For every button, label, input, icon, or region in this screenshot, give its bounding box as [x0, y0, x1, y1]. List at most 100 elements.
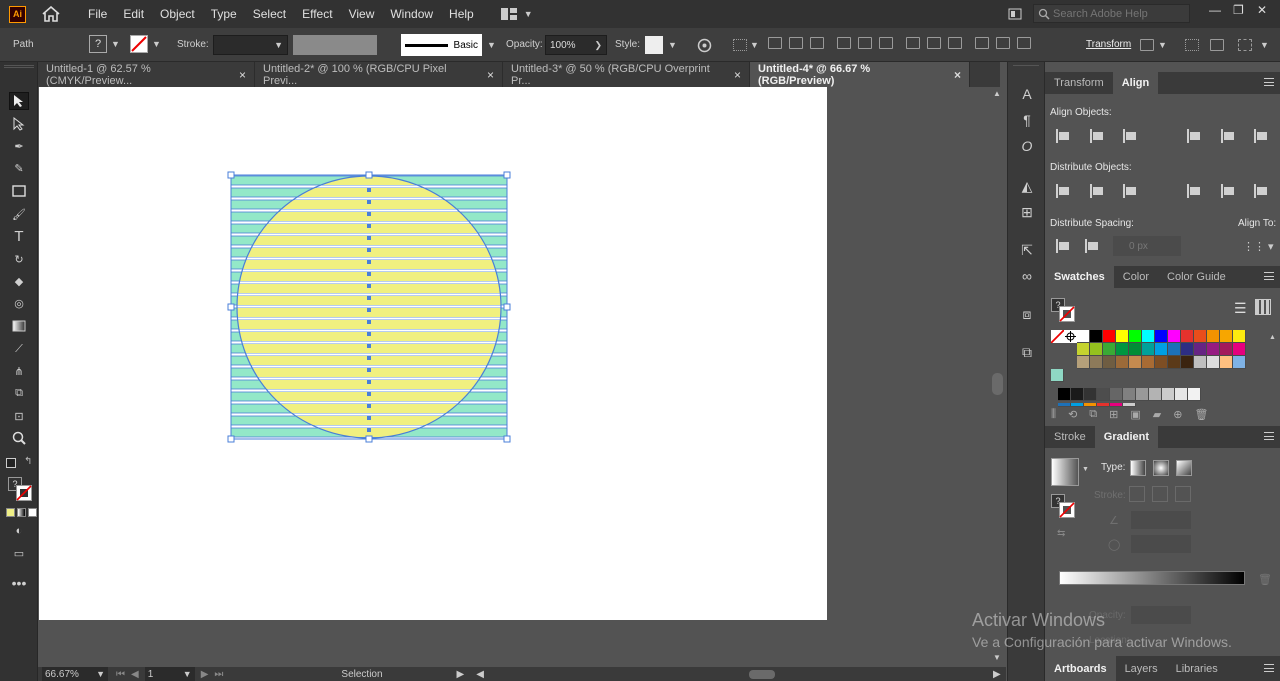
anchor-point[interactable] — [367, 392, 371, 396]
vertical-align-bottom-icon[interactable] — [1254, 129, 1270, 143]
swatch[interactable] — [1155, 356, 1168, 369]
fill-control[interactable]: ? ▼ — [89, 35, 120, 53]
swatch[interactable] — [1129, 356, 1142, 369]
swatch[interactable] — [1123, 388, 1136, 401]
swatch[interactable] — [1220, 356, 1233, 369]
menu-type[interactable]: Type — [203, 0, 245, 28]
swatch[interactable] — [1097, 388, 1110, 401]
previous-artboard-icon[interactable]: ◀ — [131, 669, 139, 680]
swatch[interactable] — [1077, 343, 1090, 356]
swatch[interactable] — [1155, 330, 1168, 343]
gradient-slider[interactable] — [1059, 571, 1245, 585]
blend-tool-icon[interactable]: ⋔ — [9, 362, 29, 380]
chevron-down-icon[interactable]: ▼ — [1158, 40, 1167, 50]
swatch[interactable] — [1136, 388, 1149, 401]
isolate-icon[interactable] — [1185, 39, 1199, 51]
swatch[interactable] — [1129, 330, 1142, 343]
anchor-point[interactable] — [367, 272, 371, 276]
anchor-point[interactable] — [367, 380, 371, 384]
variable-width-profile[interactable] — [293, 35, 377, 55]
artboard-number-field[interactable]: 1 ▼ — [144, 667, 195, 681]
horizontal-align-right-icon[interactable] — [1123, 129, 1139, 143]
swatch[interactable] — [1155, 343, 1168, 356]
toolbar-grip[interactable] — [4, 65, 34, 68]
reverse-gradient-icon[interactable]: ⇆ — [1057, 528, 1065, 539]
tab-align[interactable]: Align — [1112, 72, 1159, 94]
artboards-panel-icon[interactable]: ⧉ — [1019, 344, 1035, 360]
tab-untitled-2[interactable]: Untitled-2* @ 100 % (RGB/CPU Pixel Previ… — [255, 62, 503, 87]
swatch[interactable] — [1116, 356, 1129, 369]
swatch[interactable] — [1194, 343, 1207, 356]
bounding-box-handle[interactable] — [503, 171, 511, 179]
distribute-bottom-icon[interactable] — [948, 37, 962, 49]
place-swatches-icon[interactable]: ⟲ — [1068, 408, 1077, 421]
panel-menu-icon[interactable] — [1264, 432, 1274, 440]
home-icon[interactable] — [42, 6, 60, 22]
horizontal-distribute-center-icon[interactable] — [1221, 184, 1237, 198]
scroll-thumb[interactable] — [992, 373, 1003, 395]
tab-transform[interactable]: Transform — [1045, 72, 1113, 94]
swatch[interactable] — [1188, 388, 1201, 401]
anchor-point[interactable] — [367, 260, 371, 264]
rotate-tool-icon[interactable]: ↻ — [9, 250, 29, 268]
artboard-tool-icon[interactable]: ⊡ — [9, 407, 29, 425]
chevron-down-icon[interactable]: ▼ — [487, 40, 496, 50]
swatch[interactable] — [1097, 403, 1110, 407]
brush-definition-field[interactable]: Basic — [401, 34, 482, 56]
opentype-panel-icon[interactable]: O — [1019, 138, 1035, 154]
swatch[interactable] — [1194, 356, 1207, 369]
anchor-point[interactable] — [367, 404, 371, 408]
swatch[interactable] — [1233, 330, 1246, 343]
anchor-point[interactable] — [367, 332, 371, 336]
paragraph-panel-icon[interactable]: ¶ — [1019, 112, 1035, 128]
swatch[interactable] — [1149, 388, 1162, 401]
paintbrush-tool-icon[interactable]: 🖌 — [9, 205, 29, 223]
horizontal-align-left-icon[interactable] — [1056, 129, 1072, 143]
swatch[interactable] — [1103, 343, 1116, 356]
swatch[interactable] — [1077, 330, 1090, 343]
graphic-style-swatch[interactable] — [645, 36, 663, 54]
bounding-box-handle[interactable] — [227, 171, 235, 179]
vertical-distribute-space-icon[interactable] — [1056, 239, 1072, 253]
swatch[interactable] — [1090, 330, 1103, 343]
swatch[interactable] — [1207, 343, 1220, 356]
vertical-distribute-bottom-icon[interactable] — [1123, 184, 1139, 198]
curvature-tool-icon[interactable]: ✎ — [9, 159, 29, 177]
workspace-switcher[interactable]: ▼ — [500, 7, 533, 21]
gradient-preview-swatch[interactable] — [1051, 458, 1079, 486]
anchor-point[interactable] — [367, 200, 371, 204]
list-view-icon[interactable]: ☰ — [1234, 300, 1247, 317]
close-tab-icon[interactable]: × — [239, 68, 246, 82]
tab-layers[interactable]: Layers — [1116, 656, 1167, 681]
chevron-down-icon[interactable]: ▼ — [668, 40, 677, 50]
character-panel-icon[interactable]: A — [1019, 86, 1035, 102]
anchor-point[interactable] — [367, 356, 371, 360]
selection-tool-icon[interactable] — [9, 92, 29, 110]
draw-mode-icon[interactable]: ◐ — [9, 522, 29, 540]
vertical-align-top-icon[interactable] — [837, 37, 851, 49]
scroll-right-icon[interactable]: ▶ — [993, 669, 1001, 680]
chevron-down-icon[interactable]: ▼ — [750, 40, 759, 50]
menu-options-icon[interactable] — [1210, 39, 1224, 51]
swatch[interactable] — [1071, 388, 1084, 401]
swatch[interactable] — [1058, 403, 1071, 407]
graphic-styles-icon[interactable]: ⊞ — [1019, 204, 1035, 220]
vertical-scrollbar[interactable]: ▲ ▼ — [990, 87, 1006, 667]
flip-icon[interactable] — [1140, 39, 1154, 51]
gradient-tool-icon[interactable] — [9, 317, 29, 335]
stroke-weight-field[interactable]: ▼ — [213, 35, 288, 55]
tab-untitled-3[interactable]: Untitled-3* @ 50 % (RGB/CPU Overprint Pr… — [503, 62, 750, 87]
new-folder-icon[interactable]: ▰ — [1153, 408, 1161, 421]
swatch[interactable] — [1058, 388, 1071, 401]
menu-help[interactable]: Help — [441, 0, 482, 28]
type-tool-icon[interactable]: T — [9, 227, 29, 245]
horizontal-align-center-icon[interactable] — [789, 37, 803, 49]
swatch[interactable] — [1233, 343, 1246, 356]
swatch[interactable] — [1103, 356, 1116, 369]
swatch[interactable] — [1181, 343, 1194, 356]
gradient-mode-icon[interactable] — [17, 508, 26, 517]
eyedropper-tool-icon[interactable]: ⟋ — [9, 340, 29, 358]
next-artboard-icon[interactable]: ▶ — [201, 669, 209, 680]
strip-grip[interactable] — [1013, 65, 1039, 67]
anchor-point[interactable] — [367, 248, 371, 252]
